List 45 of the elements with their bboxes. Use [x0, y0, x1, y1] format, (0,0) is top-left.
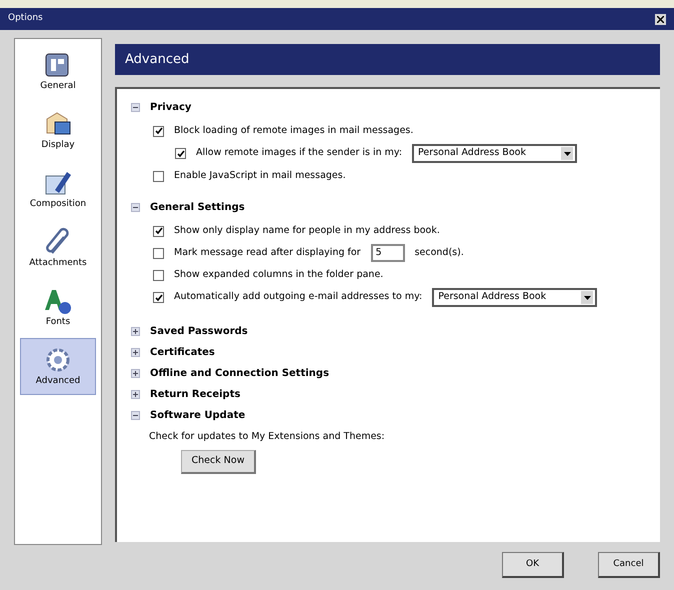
checkbox[interactable] — [153, 226, 164, 236]
checkbox[interactable] — [175, 148, 186, 159]
seconds-field[interactable]: 5 — [370, 244, 405, 262]
collapse-icon[interactable] — [131, 203, 140, 212]
dropdown[interactable]: Personal Address Book — [412, 144, 578, 163]
section-heading: Certificates — [150, 346, 215, 360]
sidebar-item[interactable]: Display — [20, 102, 96, 159]
panel-title: Advanced — [125, 50, 190, 69]
cancel-button[interactable]: Cancel — [598, 552, 660, 578]
dropdown[interactable]: Personal Address Book — [432, 288, 598, 307]
checkbox-label[interactable]: Show expanded columns in the folder pane. — [174, 268, 384, 282]
expand-icon[interactable] — [131, 348, 140, 357]
ok-button[interactable]: OK — [502, 552, 564, 578]
checkbox[interactable] — [153, 292, 164, 303]
sidebar-item[interactable]: Fonts — [20, 279, 96, 336]
sidebar-item[interactable]: Advanced — [20, 338, 96, 395]
checkbox-label[interactable]: Automatically add outgoing e-mail addresses to my: — [174, 290, 422, 305]
checkbox-label[interactable]: Block loading of remote images in mail messages. — [174, 124, 414, 138]
expand-icon[interactable] — [131, 390, 140, 399]
expand-icon[interactable] — [131, 369, 140, 378]
checkbox[interactable] — [153, 248, 164, 258]
collapse-icon[interactable] — [131, 411, 140, 420]
unit-label: second(s). — [414, 246, 464, 260]
close-icon[interactable] — [655, 14, 666, 24]
section-heading: Privacy — [150, 101, 192, 115]
check-now-button[interactable]: Check Now — [181, 450, 256, 474]
checkbox-label[interactable]: Show only display name for people in my address book. — [174, 224, 440, 238]
sidebar-item[interactable]: General — [20, 43, 96, 100]
collapse-icon[interactable] — [131, 103, 140, 112]
description-text: Check for updates to My Extensions and Themes: — [149, 430, 386, 444]
sidebar-item[interactable]: Composition — [20, 161, 96, 218]
section-heading: General Settings — [150, 201, 245, 215]
section-heading: Software Update — [150, 409, 246, 423]
checkbox[interactable] — [153, 170, 164, 182]
checkbox[interactable] — [153, 126, 164, 136]
section-heading: Offline and Connection Settings — [150, 367, 330, 381]
window-title: Options — [8, 12, 43, 26]
expand-icon[interactable] — [131, 327, 140, 336]
sidebar-item[interactable]: Attachments — [20, 220, 96, 277]
section-heading: Saved Passwords — [150, 325, 248, 339]
checkbox-label[interactable]: Mark message read after displaying for — [174, 246, 361, 260]
checkbox-label[interactable]: Enable JavaScript in mail messages. — [174, 168, 346, 184]
checkbox-label[interactable]: Allow remote images if the sender is in my: — [196, 146, 402, 161]
checkbox[interactable] — [153, 270, 164, 280]
section-heading: Return Receipts — [150, 388, 240, 402]
